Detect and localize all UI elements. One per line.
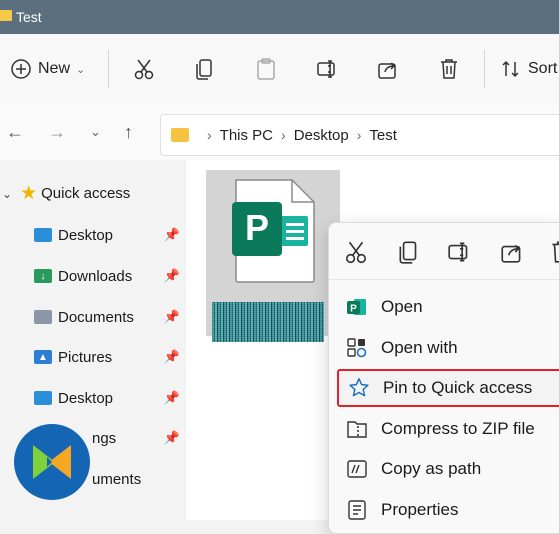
file-name-redacted bbox=[212, 302, 324, 342]
star-icon: ★ bbox=[20, 183, 38, 204]
rename-button[interactable] bbox=[316, 52, 340, 86]
menu-item-copy-as-path[interactable]: Copy as path bbox=[337, 452, 559, 486]
sidebar-item-documents[interactable]: Documents 📌 bbox=[34, 305, 184, 329]
menu-item-label: Properties bbox=[381, 500, 459, 519]
delete-icon[interactable] bbox=[549, 239, 559, 270]
chevron-down-icon: ⌄ bbox=[76, 63, 86, 76]
toolbar-divider bbox=[484, 50, 485, 88]
publisher-icon: P bbox=[345, 295, 369, 319]
breadcrumb-this-pc[interactable]: This PC bbox=[220, 127, 273, 144]
sidebar-item-label: ngs bbox=[92, 429, 117, 447]
sidebar-item-pictures[interactable]: ▲ Pictures 📌 bbox=[34, 345, 184, 369]
menu-item-label: Copy as path bbox=[381, 459, 482, 478]
sidebar-item-label: uments bbox=[92, 470, 142, 488]
context-menu: P Open Open with Pin to Quick access Com… bbox=[328, 222, 559, 534]
sort-button-label: Sort bbox=[528, 60, 558, 77]
menu-item-label: Open with bbox=[381, 338, 458, 357]
desktop-folder-icon bbox=[34, 228, 52, 242]
pin-icon[interactable]: 📌 bbox=[164, 390, 180, 406]
pin-icon[interactable]: 📌 bbox=[164, 349, 180, 365]
cut-icon[interactable] bbox=[343, 239, 369, 270]
sidebar-item-desktop[interactable]: Desktop 📌 bbox=[34, 223, 184, 247]
back-arrow-icon[interactable]: ← bbox=[6, 122, 24, 143]
menu-item-label: Open bbox=[381, 297, 423, 316]
chevron-right-icon[interactable]: › bbox=[281, 127, 286, 143]
recent-locations-chevron-icon[interactable]: ⌄ bbox=[90, 124, 101, 140]
menu-item-label: Pin to Quick access bbox=[383, 378, 533, 397]
sidebar-item-label: Desktop bbox=[58, 226, 114, 244]
breadcrumb-desktop[interactable]: Desktop bbox=[294, 127, 349, 144]
forward-arrow-icon[interactable]: → bbox=[48, 122, 66, 143]
command-bar: New ⌄ Sort bbox=[0, 34, 559, 105]
open-with-icon bbox=[345, 336, 369, 360]
new-button[interactable]: New ⌄ bbox=[10, 52, 85, 86]
channel-logo bbox=[14, 424, 90, 500]
window-title: Test bbox=[16, 9, 42, 25]
sidebar-item-label: Documents bbox=[58, 308, 134, 326]
clipboard-icon bbox=[255, 57, 277, 81]
address-bar[interactable]: › This PC › Desktop › Test bbox=[160, 114, 559, 156]
menu-item-properties[interactable]: Properties bbox=[337, 493, 559, 527]
cut-button[interactable] bbox=[132, 52, 156, 86]
copy-icon bbox=[194, 57, 216, 81]
context-menu-quick-actions bbox=[329, 223, 559, 280]
plus-circle-icon bbox=[10, 58, 32, 80]
new-button-label: New bbox=[38, 60, 71, 77]
sidebar-item-quick-access[interactable]: ⌄ ★ Quick access bbox=[0, 182, 130, 205]
pin-icon[interactable]: 📌 bbox=[164, 268, 180, 284]
pictures-folder-icon: ▲ bbox=[34, 350, 52, 364]
share-icon[interactable] bbox=[499, 239, 525, 270]
properties-icon bbox=[345, 498, 369, 522]
zip-icon bbox=[345, 417, 369, 441]
share-icon bbox=[376, 57, 400, 81]
menu-item-pin-to-quick-access[interactable]: Pin to Quick access bbox=[337, 369, 559, 407]
sidebar-item-label: Quick access bbox=[41, 185, 131, 202]
publisher-file-icon: P bbox=[232, 178, 318, 289]
scissors-icon bbox=[132, 57, 156, 81]
navigation-bar: ← → ⌄ ↑ › This PC › Desktop › Test bbox=[0, 104, 559, 160]
menu-item-label: Compress to ZIP file bbox=[381, 419, 535, 438]
toolbar-divider bbox=[108, 50, 109, 88]
sort-arrows-icon bbox=[500, 58, 522, 80]
chevron-down-icon[interactable]: ⌄ bbox=[2, 187, 12, 201]
desktop-folder-icon bbox=[34, 391, 52, 405]
star-outline-icon bbox=[347, 376, 371, 400]
trash-icon bbox=[438, 57, 460, 81]
breadcrumb-test[interactable]: Test bbox=[369, 127, 397, 144]
pin-icon[interactable]: 📌 bbox=[164, 309, 180, 325]
file-item-selected[interactable]: P bbox=[206, 170, 340, 342]
copy-button[interactable] bbox=[194, 52, 216, 86]
sidebar-item-label: Pictures bbox=[58, 348, 113, 366]
menu-item-open[interactable]: P Open bbox=[337, 290, 559, 324]
menu-item-compress-zip[interactable]: Compress to ZIP file bbox=[337, 412, 559, 446]
copy-path-icon bbox=[345, 457, 369, 481]
menu-item-open-with[interactable]: Open with bbox=[337, 331, 559, 365]
sidebar-item-label: Downloads bbox=[58, 267, 133, 285]
rename-icon[interactable] bbox=[447, 239, 473, 270]
chevron-right-icon[interactable]: › bbox=[207, 127, 212, 143]
downloads-folder-icon: ↓ bbox=[34, 269, 52, 283]
title-bar: Test bbox=[0, 0, 559, 34]
svg-text:P: P bbox=[350, 304, 357, 315]
pin-icon[interactable]: 📌 bbox=[164, 227, 180, 243]
sort-button[interactable]: Sort bbox=[500, 52, 557, 86]
chevron-right-icon[interactable]: › bbox=[357, 127, 362, 143]
sidebar-item-downloads[interactable]: ↓ Downloads 📌 bbox=[34, 264, 184, 288]
sidebar-item-desktop-2[interactable]: Desktop 📌 bbox=[34, 386, 184, 410]
paste-button[interactable] bbox=[255, 52, 277, 86]
up-arrow-icon[interactable]: ↑ bbox=[124, 122, 133, 143]
rename-icon bbox=[316, 57, 340, 81]
share-button[interactable] bbox=[376, 52, 400, 86]
pin-icon[interactable]: 📌 bbox=[164, 430, 180, 446]
documents-folder-icon bbox=[34, 310, 52, 324]
delete-button[interactable] bbox=[438, 52, 460, 86]
folder-icon bbox=[0, 10, 12, 21]
copy-icon[interactable] bbox=[397, 239, 421, 270]
folder-icon bbox=[171, 128, 189, 142]
svg-text:P: P bbox=[245, 207, 269, 248]
sidebar-item-label: Desktop bbox=[58, 389, 114, 407]
